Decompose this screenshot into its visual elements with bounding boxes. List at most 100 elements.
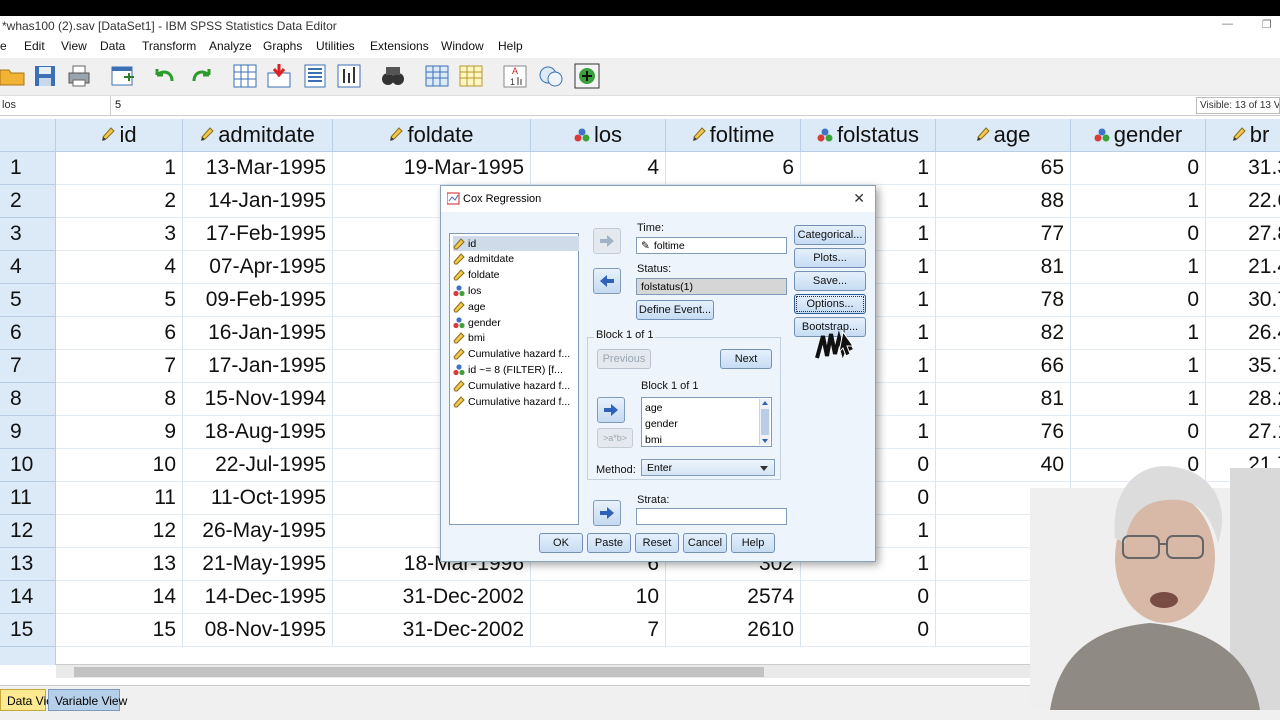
undo-icon[interactable] — [152, 63, 178, 89]
menu-edit[interactable]: Edit — [24, 39, 45, 53]
weight-cases-icon[interactable]: A1 — [502, 63, 528, 89]
data-cell[interactable]: 31-Dec-2002 — [333, 581, 531, 614]
column-header[interactable]: age — [936, 119, 1071, 152]
menu-graphs[interactable]: Graphs — [263, 39, 302, 53]
data-cell[interactable]: 08-Nov-1995 — [183, 614, 333, 647]
menu-view[interactable]: View — [61, 39, 87, 53]
column-header[interactable]: folstatus — [801, 119, 936, 152]
menu-transform[interactable]: Transform — [142, 39, 196, 53]
data-cell[interactable]: 21.4 — [1206, 251, 1280, 284]
column-header[interactable]: gender — [1071, 119, 1206, 152]
data-cell[interactable]: 17-Jan-1995 — [183, 350, 333, 383]
menu-data[interactable]: Data — [100, 39, 125, 53]
data-cell[interactable]: 81 — [936, 251, 1071, 284]
tab-variable-view[interactable]: Variable View — [48, 689, 127, 711]
column-header[interactable]: los — [531, 119, 666, 152]
data-cell[interactable]: 27.1 — [1206, 416, 1280, 449]
data-cell[interactable]: 0 — [801, 614, 936, 647]
data-cell[interactable]: 12 — [56, 515, 183, 548]
move-to-status-button[interactable] — [593, 268, 621, 294]
close-icon[interactable]: ✕ — [853, 190, 865, 207]
help-button[interactable]: Help — [731, 533, 775, 553]
redo-icon[interactable] — [188, 63, 214, 89]
restore-icon[interactable]: ❐ — [1262, 18, 1272, 31]
data-cell[interactable]: 17-Feb-1995 — [183, 218, 333, 251]
row-header[interactable]: 12 — [0, 515, 56, 548]
data-cell[interactable]: 1 — [1071, 185, 1206, 218]
next-button[interactable]: Next — [720, 349, 772, 369]
covariate-item[interactable]: bmi — [645, 432, 662, 447]
data-cell[interactable]: 30.7 — [1206, 284, 1280, 317]
save-button[interactable]: Save... — [794, 271, 866, 291]
row-header[interactable]: 11 — [0, 482, 56, 515]
data-cell[interactable]: 3 — [56, 218, 183, 251]
source-variable-item[interactable]: admitdate — [453, 252, 514, 267]
covariates-scrollbar[interactable] — [759, 399, 770, 445]
value-labels-icon[interactable] — [538, 63, 564, 89]
data-cell[interactable]: 6 — [666, 152, 801, 185]
data-cell[interactable]: 0 — [1071, 218, 1206, 251]
source-variable-item[interactable]: los — [453, 283, 481, 298]
ok-button[interactable]: OK — [539, 533, 583, 553]
data-cell[interactable]: 8 — [56, 383, 183, 416]
data-cell[interactable]: 11-Oct-1995 — [183, 482, 333, 515]
cancel-button[interactable]: Cancel — [683, 533, 727, 553]
row-header[interactable]: 2 — [0, 185, 56, 218]
menu-help[interactable]: Help — [498, 39, 523, 53]
data-cell[interactable]: 6 — [56, 317, 183, 350]
data-cell[interactable]: 21-May-1995 — [183, 548, 333, 581]
data-cell[interactable]: 31.3 — [1206, 152, 1280, 185]
goto-variable-icon[interactable] — [266, 63, 292, 89]
scrollbar-thumb[interactable] — [74, 667, 764, 677]
source-variable-item[interactable]: Cumulative hazard f... — [453, 347, 570, 362]
previous-button[interactable]: Previous — [597, 349, 651, 369]
source-variable-item[interactable]: Cumulative hazard f... — [453, 394, 570, 409]
row-header[interactable]: 14 — [0, 581, 56, 614]
source-variable-item[interactable]: foldate — [453, 268, 500, 283]
data-cell[interactable]: 14-Dec-1995 — [183, 581, 333, 614]
menu-utilities[interactable]: Utilities — [316, 39, 355, 53]
menu-extensions[interactable]: Extensions — [370, 39, 429, 53]
data-cell[interactable]: 1 — [801, 152, 936, 185]
data-cell[interactable]: 07-Apr-1995 — [183, 251, 333, 284]
move-to-covariates-button[interactable] — [597, 397, 625, 423]
row-header[interactable]: 10 — [0, 449, 56, 482]
plots-button[interactable]: Plots... — [794, 248, 866, 268]
row-header[interactable]: 8 — [0, 383, 56, 416]
column-header[interactable]: admitdate — [183, 119, 333, 152]
define-event-button[interactable]: Define Event... — [636, 300, 714, 320]
data-cell[interactable]: 13 — [56, 548, 183, 581]
data-cell[interactable]: 65 — [936, 152, 1071, 185]
use-sets-icon[interactable] — [574, 63, 600, 89]
select-cases-icon[interactable] — [458, 63, 484, 89]
data-cell[interactable]: 1 — [1071, 251, 1206, 284]
data-cell[interactable]: 0 — [1071, 152, 1206, 185]
data-cell[interactable]: 19-Mar-1995 — [333, 152, 531, 185]
covariate-item[interactable]: gender — [645, 416, 678, 431]
run-descriptives-icon[interactable] — [336, 63, 362, 89]
print-icon[interactable] — [66, 63, 92, 89]
categorical-button[interactable]: Categorical... — [794, 225, 866, 245]
source-variable-item[interactable]: gender — [453, 315, 501, 330]
covariates-list[interactable]: age gender bmi — [641, 397, 772, 447]
data-cell[interactable]: 15 — [56, 614, 183, 647]
source-variable-item[interactable]: bmi — [453, 331, 485, 346]
data-cell[interactable]: 0 — [1071, 416, 1206, 449]
data-cell[interactable]: 26-May-1995 — [183, 515, 333, 548]
column-header[interactable]: br — [1206, 119, 1280, 152]
data-cell[interactable]: 4 — [56, 251, 183, 284]
data-cell[interactable]: 28.2 — [1206, 383, 1280, 416]
goto-case-icon[interactable] — [232, 63, 258, 89]
data-cell[interactable]: 18-Aug-1995 — [183, 416, 333, 449]
data-cell[interactable]: 09-Feb-1995 — [183, 284, 333, 317]
data-cell[interactable]: 7 — [531, 614, 666, 647]
paste-button[interactable]: Paste — [587, 533, 631, 553]
data-cell[interactable]: 22.6 — [1206, 185, 1280, 218]
scroll-down-icon[interactable] — [762, 439, 768, 443]
data-cell[interactable]: 2610 — [666, 614, 801, 647]
row-header[interactable]: 7 — [0, 350, 56, 383]
status-field[interactable]: folstatus(1) — [636, 278, 787, 295]
row-header[interactable] — [0, 647, 56, 665]
data-cell[interactable]: 1 — [1071, 317, 1206, 350]
data-cell[interactable]: 88 — [936, 185, 1071, 218]
